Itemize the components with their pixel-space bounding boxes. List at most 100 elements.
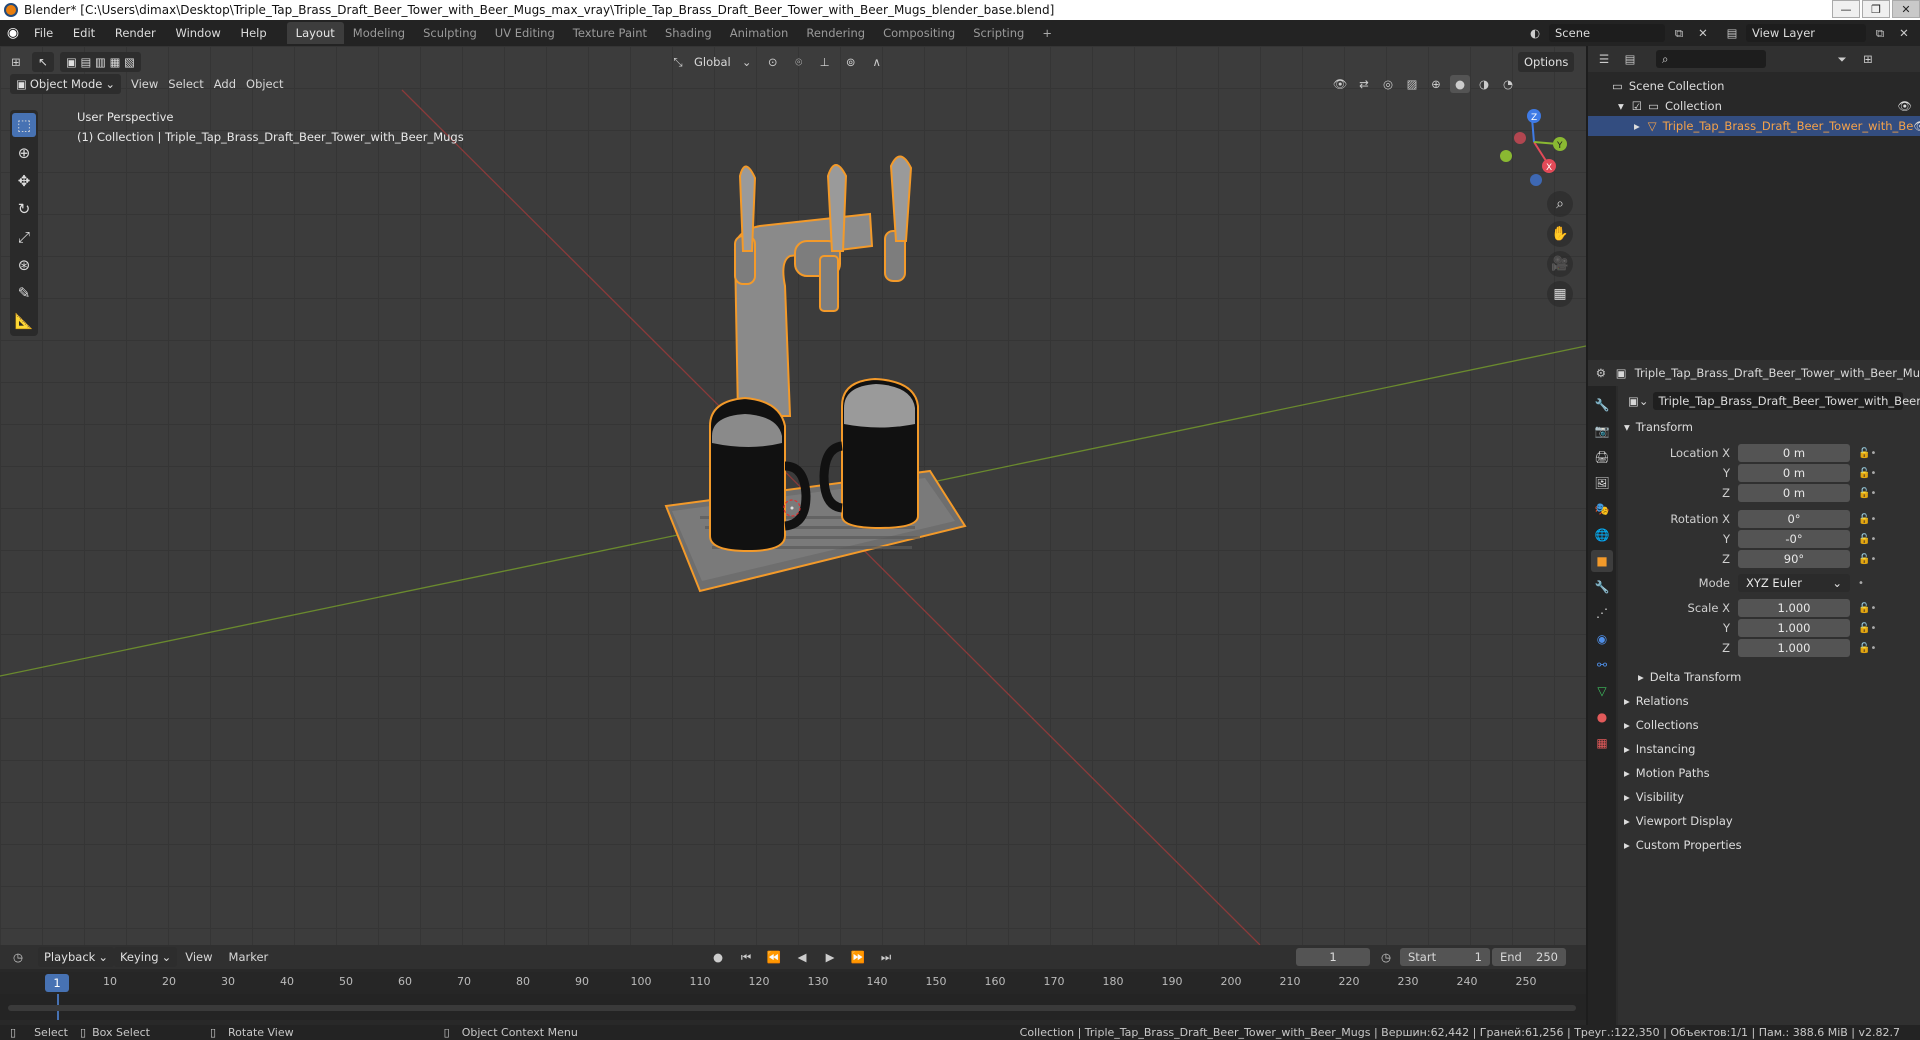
data-tab-icon[interactable]: ▽: [1591, 680, 1613, 702]
record-icon[interactable]: ●: [708, 948, 728, 966]
lock-icon[interactable]: 🔓•: [1858, 623, 1884, 634]
rotation-mode-dropdown[interactable]: XYZ Euler ⌄: [1738, 574, 1850, 592]
next-keyframe-icon[interactable]: ⏩: [848, 948, 868, 966]
outliner-scene-collection[interactable]: ▭ Scene Collection: [1588, 76, 1920, 96]
keying-menu[interactable]: Keying ⌄: [113, 947, 178, 967]
rotation-y-field[interactable]: -0°: [1738, 530, 1850, 548]
lock-icon[interactable]: 🔓•: [1858, 554, 1884, 565]
eye-icon[interactable]: 👁: [1913, 119, 1920, 133]
rendered-shading-icon[interactable]: ◔: [1498, 75, 1518, 93]
tab-modeling[interactable]: Modeling: [344, 22, 414, 44]
options-dropdown[interactable]: Options: [1518, 52, 1575, 72]
3d-viewport[interactable]: Z X Y ⊞ ↖ ▣ ▤ ▥ ▦ ▧ ⤡ Global ⌄ ⊙ ⌾ ⊥ ⊚ ∧…: [0, 46, 1586, 945]
cursor-tool-icon[interactable]: ⊕: [12, 141, 36, 165]
outliner-search-input[interactable]: ⌕: [1656, 50, 1766, 68]
ortho-grid-icon[interactable]: ▦: [1547, 281, 1573, 307]
menu-view[interactable]: View: [131, 77, 158, 91]
scale-tool-icon[interactable]: ⤢: [12, 225, 36, 249]
scale-x-field[interactable]: 1.000: [1738, 599, 1850, 617]
outliner-editor-icon[interactable]: ☰: [1594, 50, 1614, 68]
menu-add[interactable]: Add: [214, 77, 236, 91]
location-y-field[interactable]: 0 m: [1738, 464, 1850, 482]
lock-icon[interactable]: 🔓•: [1858, 534, 1884, 545]
start-frame-field[interactable]: Start 1: [1400, 948, 1490, 966]
blender-menu-icon[interactable]: ◉: [0, 25, 26, 41]
solid-shading-icon[interactable]: ●: [1450, 75, 1470, 93]
menu-file[interactable]: File: [26, 26, 61, 40]
instancing-section[interactable]: ▸ Instancing: [1624, 742, 1695, 756]
jump-end-icon[interactable]: ⏭: [876, 948, 896, 966]
keyframe-dot-icon[interactable]: •: [1858, 578, 1884, 589]
tab-rendering[interactable]: Rendering: [797, 22, 874, 44]
lock-icon[interactable]: 🔓•: [1858, 488, 1884, 499]
rotation-z-field[interactable]: 90°: [1738, 550, 1850, 568]
lock-icon[interactable]: 🔓•: [1858, 448, 1884, 459]
scene-remove-icon[interactable]: ✕: [1693, 24, 1713, 42]
select-tool-icon[interactable]: ↖: [32, 52, 54, 72]
jump-start-icon[interactable]: ⏮: [736, 948, 756, 966]
overlay-icon[interactable]: ◎: [1378, 75, 1398, 93]
expand-icon[interactable]: ▾: [1618, 99, 1624, 113]
play-icon[interactable]: ▶: [820, 948, 840, 966]
location-x-field[interactable]: 0 m: [1738, 444, 1850, 462]
delta-transform-section[interactable]: ▸ Delta Transform: [1638, 670, 1741, 684]
current-frame-field[interactable]: 1: [1296, 948, 1370, 966]
tab-layout[interactable]: Layout: [286, 22, 344, 44]
tab-sculpting[interactable]: Sculpting: [414, 22, 486, 44]
move-tool-icon[interactable]: ✥: [12, 169, 36, 193]
chevron-down-icon[interactable]: ⌄: [737, 53, 757, 71]
tab-shading[interactable]: Shading: [656, 22, 721, 44]
viewport-display-section[interactable]: ▸ Viewport Display: [1624, 814, 1733, 828]
zoom-icon[interactable]: ⌕: [1547, 191, 1573, 217]
rotate-tool-icon[interactable]: ↻: [12, 197, 36, 221]
tab-scripting[interactable]: Scripting: [964, 22, 1033, 44]
proportional-edit-icon[interactable]: ⊚: [841, 53, 861, 71]
minimize-button[interactable]: —: [1832, 0, 1860, 18]
transform-section-header[interactable]: ▾ Transform: [1624, 420, 1693, 434]
view-layer-field[interactable]: View Layer: [1746, 24, 1866, 42]
timeline-view-menu[interactable]: View: [185, 950, 212, 964]
location-z-field[interactable]: 0 m: [1738, 484, 1850, 502]
menu-object[interactable]: Object: [246, 77, 283, 91]
checkbox-icon[interactable]: ☑: [1632, 99, 1642, 113]
display-mode-icon[interactable]: ▤: [1620, 50, 1640, 68]
texture-tab-icon[interactable]: ▦: [1591, 732, 1613, 754]
custom-properties-section[interactable]: ▸ Custom Properties: [1624, 838, 1742, 852]
material-shading-icon[interactable]: ◑: [1474, 75, 1494, 93]
prev-keyframe-icon[interactable]: ⏪: [764, 948, 784, 966]
rotation-x-field[interactable]: 0°: [1738, 510, 1850, 528]
tab-compositing[interactable]: Compositing: [874, 22, 964, 44]
menu-render[interactable]: Render: [107, 26, 164, 40]
camera-icon[interactable]: 🎥: [1547, 251, 1573, 277]
expand-icon[interactable]: ▸: [1634, 119, 1640, 133]
eye-icon[interactable]: 👁: [1897, 99, 1912, 113]
scene-icon[interactable]: ◐: [1525, 24, 1545, 42]
scene-copy-icon[interactable]: ⧉: [1669, 24, 1689, 42]
tab-animation[interactable]: Animation: [721, 22, 798, 44]
view-layer-tab-icon[interactable]: 🖼: [1591, 472, 1613, 494]
physics-tab-icon[interactable]: ◉: [1591, 628, 1613, 650]
view-layer-icon[interactable]: ▤: [1722, 24, 1742, 42]
lock-icon[interactable]: 🔓•: [1858, 643, 1884, 654]
snap-target-icon[interactable]: ⊥: [815, 53, 835, 71]
timeline-marker-menu[interactable]: Marker: [229, 950, 269, 964]
menu-window[interactable]: Window: [167, 26, 228, 40]
scale-y-field[interactable]: 1.000: [1738, 619, 1850, 637]
scene-field[interactable]: Scene: [1549, 24, 1665, 42]
scene-tab-icon[interactable]: 🎭: [1591, 498, 1613, 520]
annotate-tool-icon[interactable]: ✎: [12, 281, 36, 305]
lock-icon[interactable]: 🔓•: [1858, 468, 1884, 479]
menu-select[interactable]: Select: [168, 77, 203, 91]
playback-menu[interactable]: Playback ⌄: [38, 947, 114, 967]
add-workspace-icon[interactable]: +: [1033, 22, 1061, 44]
frame-ruler[interactable]: 1 10 20 30 40 50 60 70 80 90 100 110 120…: [0, 972, 1586, 994]
xray-icon[interactable]: ▨: [1402, 75, 1422, 93]
pivot-icon[interactable]: ⊙: [763, 53, 783, 71]
new-collection-icon[interactable]: ⊞: [1858, 50, 1878, 68]
select-box-tool-icon[interactable]: ⬚: [12, 113, 36, 137]
measure-tool-icon[interactable]: 📐: [12, 309, 36, 333]
timeline-scrollbar[interactable]: [8, 1005, 1576, 1011]
modifier-tab-icon[interactable]: 🔧: [1591, 576, 1613, 598]
maximize-button[interactable]: ❐: [1862, 0, 1890, 18]
output-tab-icon[interactable]: 🖨: [1591, 446, 1613, 468]
